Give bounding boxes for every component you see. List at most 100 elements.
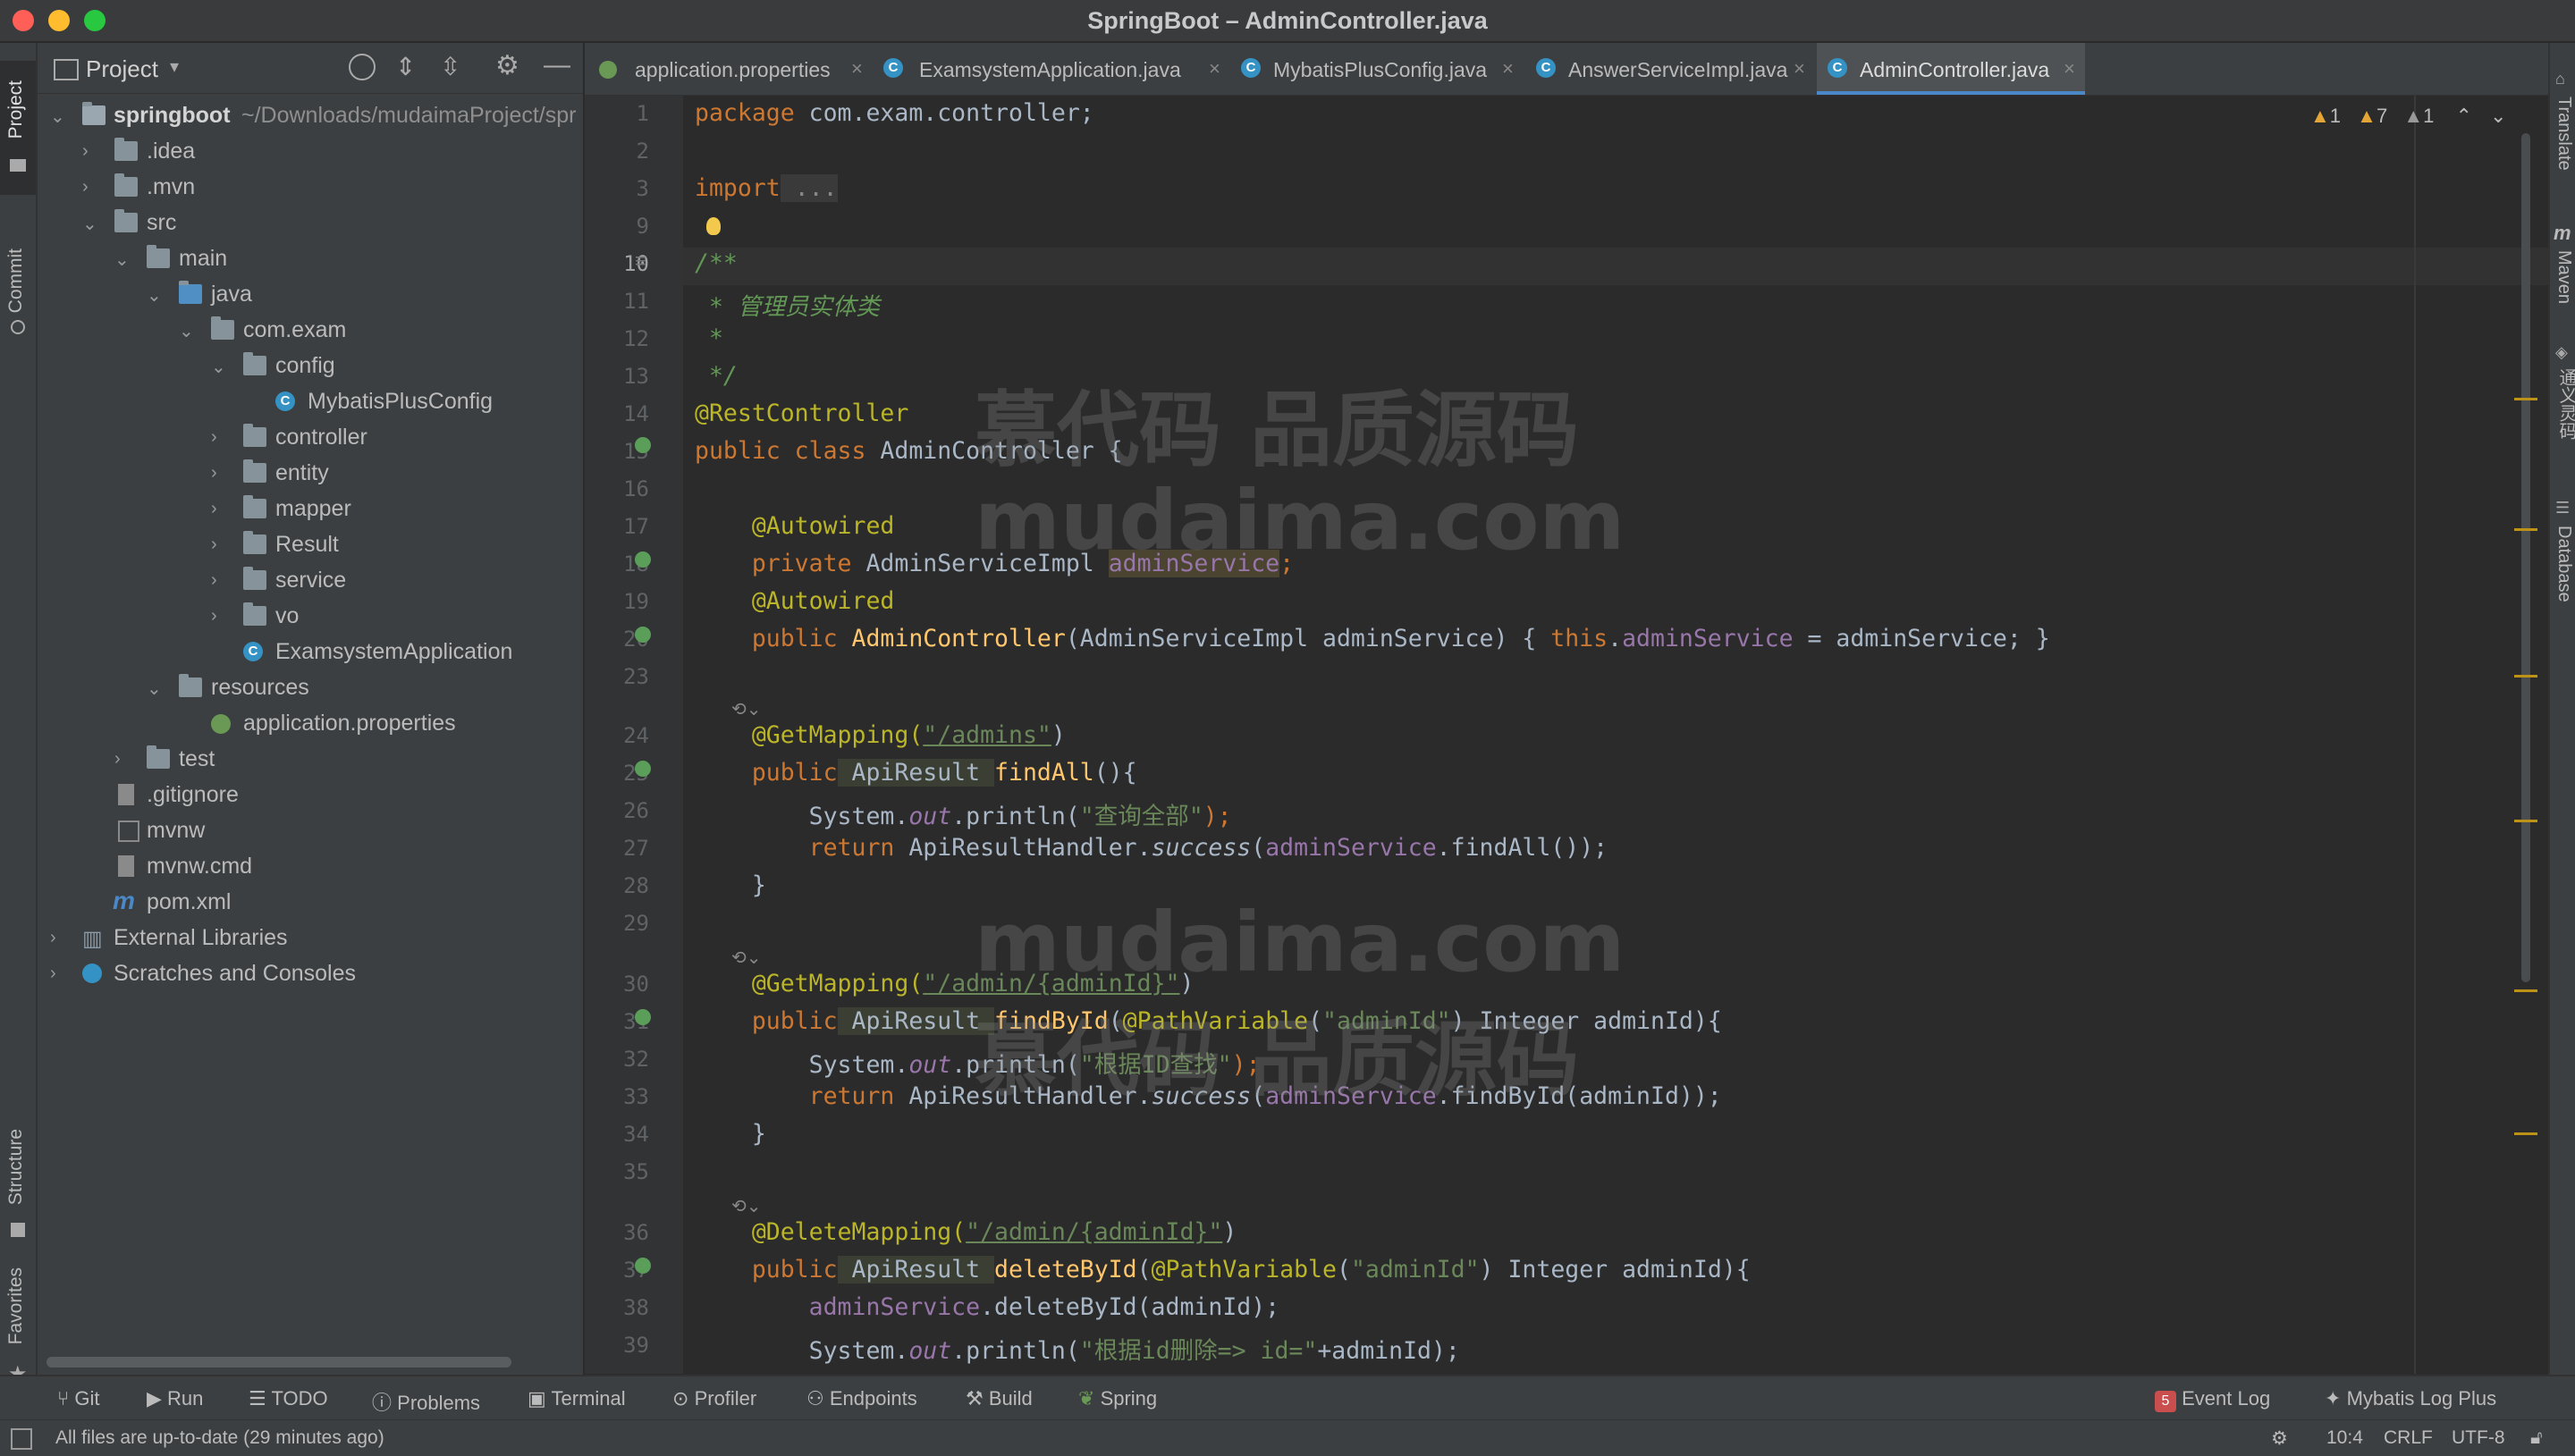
doc-render-icon[interactable]: ≡ (635, 249, 646, 273)
error-stripe-marker[interactable] (2514, 989, 2537, 992)
chevron-down-icon[interactable]: ⌄ (147, 284, 162, 307)
spring-bean-icon[interactable] (635, 1009, 651, 1025)
chevron-down-icon[interactable]: ⌄ (147, 678, 162, 700)
tree-item-mvn[interactable]: › .mvn (38, 170, 583, 206)
tree-item-scratches[interactable]: › Scratches and Consoles (38, 956, 583, 992)
tongyi-status-icon[interactable]: ⚙ (2271, 1427, 2288, 1450)
lock-icon[interactable]: 🔓︎ (2530, 1427, 2543, 1449)
tree-item-examsystemapplication[interactable]: C ExamsystemApplication (38, 635, 583, 670)
structure-tool-tab[interactable]: Structure (0, 1080, 36, 1250)
chevron-down-icon[interactable]: ⌄ (179, 320, 194, 342)
chevron-down-icon[interactable]: ⌄ (211, 356, 226, 378)
spring-bean-icon[interactable] (635, 627, 651, 643)
terminal-tool-button[interactable]: ▣ Terminal (528, 1387, 626, 1410)
spring-bean-icon[interactable] (635, 761, 651, 777)
line-separator[interactable]: CRLF (2384, 1427, 2433, 1449)
database-tool-tab[interactable]: ☰ Database (2554, 499, 2574, 660)
tree-item-config[interactable]: ⌄ config (38, 349, 583, 384)
chevron-down-icon[interactable]: ▾ (170, 55, 179, 78)
expand-all-icon[interactable]: ⇕ (395, 52, 416, 81)
tree-item-mvnw[interactable]: mvnw (38, 813, 583, 849)
toggle-tool-windows-icon[interactable] (11, 1428, 32, 1450)
translate-tool-tab[interactable]: ⌂ Translate (2554, 70, 2574, 213)
project-tool-tab[interactable]: Project (0, 61, 36, 195)
commit-tool-tab[interactable]: Commit (0, 195, 36, 347)
tree-item-application-properties[interactable]: application.properties (38, 706, 583, 742)
problems-tool-button[interactable]: ⓘ Problems (372, 1387, 480, 1416)
tree-item-mapper[interactable]: › mapper (38, 492, 583, 527)
chevron-down-icon[interactable]: ⌄ (82, 213, 97, 235)
tree-item-test[interactable]: › test (38, 742, 583, 778)
git-tool-button[interactable]: ⑂ Git (57, 1387, 99, 1410)
spring-tool-button[interactable]: ❦ Spring (1078, 1387, 1157, 1410)
inspections-widget[interactable]: ▲1 ▲7 ▲1 ⌃ ⌄ (2310, 105, 2506, 128)
collapse-all-icon[interactable]: ⇳ (440, 52, 460, 81)
endpoint-actions-icon[interactable]: ⟲⌄ (731, 947, 762, 969)
error-stripe-marker[interactable] (2514, 528, 2537, 531)
close-tab-icon[interactable]: × (1502, 57, 1514, 80)
close-tab-icon[interactable]: × (1794, 57, 1805, 80)
close-tab-icon[interactable]: × (1209, 57, 1220, 80)
chevron-right-icon[interactable]: › (50, 928, 56, 948)
spring-bean-icon[interactable] (635, 1258, 651, 1274)
chevron-up-icon[interactable]: ⌃ (2455, 105, 2471, 127)
chevron-right-icon[interactable]: › (211, 606, 217, 627)
spring-bean-icon[interactable] (635, 437, 651, 453)
chevron-right-icon[interactable]: › (211, 427, 217, 448)
build-tool-button[interactable]: ⚒ Build (966, 1387, 1033, 1410)
chevron-right-icon[interactable]: › (211, 499, 217, 519)
project-view-selector[interactable]: Project (86, 55, 158, 83)
profiler-tool-button[interactable]: ⊙ Profiler (672, 1387, 756, 1410)
chevron-down-icon[interactable]: ⌄ (2490, 105, 2506, 127)
tree-item-pom-xml[interactable]: m pom.xml (38, 885, 583, 921)
endpoint-actions-icon[interactable]: ⟲⌄ (731, 698, 762, 720)
error-stripe-marker[interactable] (2514, 675, 2537, 678)
close-tab-icon[interactable]: × (2064, 57, 2075, 80)
chevron-right-icon[interactable]: › (211, 570, 217, 591)
hide-panel-icon[interactable]: — (544, 50, 570, 80)
chevron-down-icon[interactable]: ⌄ (114, 248, 130, 271)
tree-item-mvnw-cmd[interactable]: mvnw.cmd (38, 849, 583, 885)
tree-item-java[interactable]: ⌄ java (38, 277, 583, 313)
tree-item-controller[interactable]: › controller (38, 420, 583, 456)
tab-application-properties[interactable]: application.properties × (585, 43, 873, 95)
editor-gutter[interactable]: 1 2 3 9 10 11 12 13 14 15 16 17 18 19 20… (585, 96, 683, 1374)
tree-item-src[interactable]: ⌄ src (38, 206, 583, 241)
endpoint-actions-icon[interactable]: ⟲⌄ (731, 1195, 762, 1217)
tree-item-service[interactable]: › service (38, 563, 583, 599)
lightbulb-icon[interactable] (706, 217, 721, 235)
spring-bean-icon[interactable] (635, 551, 651, 568)
chevron-down-icon[interactable]: ⌄ (50, 105, 65, 128)
locate-icon[interactable] (349, 54, 376, 80)
chevron-right-icon[interactable]: › (211, 463, 217, 484)
tree-item-resources[interactable]: ⌄ resources (38, 670, 583, 706)
tree-item-vo[interactable]: › vo (38, 599, 583, 635)
tab-answerserviceimpl[interactable]: C AnswerServiceImpl.java × (1524, 43, 1815, 95)
tree-item-mybatisplusconfig[interactable]: C MybatisPlusConfig (38, 384, 583, 420)
vertical-scrollbar[interactable] (2521, 133, 2530, 982)
tree-item-entity[interactable]: › entity (38, 456, 583, 492)
chevron-right-icon[interactable]: › (82, 141, 89, 162)
endpoints-tool-button[interactable]: ⚇ Endpoints (806, 1387, 917, 1410)
tree-item-external-libraries[interactable]: › ▥ External Libraries (38, 921, 583, 956)
mybatis-log-button[interactable]: ✦ Mybatis Log Plus (2325, 1387, 2496, 1410)
tab-examsystemapplication[interactable]: C ExamsystemApplication.java × (873, 43, 1230, 95)
event-log-button[interactable]: 5 Event Log (2155, 1387, 2270, 1412)
tree-item-result[interactable]: › Result (38, 527, 583, 563)
todo-tool-button[interactable]: ☰ TODO (249, 1387, 328, 1410)
error-stripe-marker[interactable] (2514, 820, 2537, 822)
chevron-right-icon[interactable]: › (114, 749, 121, 770)
tree-item-main[interactable]: ⌄ main (38, 241, 583, 277)
tree-item-gitignore[interactable]: .gitignore (38, 778, 583, 813)
tree-item-springboot[interactable]: ⌄ springboot ~/Downloads/mudaimaProject/… (38, 98, 583, 134)
gear-icon[interactable]: ⚙ (495, 50, 519, 81)
code-editor[interactable]: package com.exam.controller; import ... … (683, 96, 2548, 1374)
chevron-right-icon[interactable]: › (211, 534, 217, 555)
maven-tool-tab[interactable]: m Maven (2554, 222, 2574, 356)
file-encoding[interactable]: UTF-8 (2452, 1427, 2505, 1449)
tree-item-idea[interactable]: › .idea (38, 134, 583, 170)
chevron-right-icon[interactable]: › (50, 964, 56, 984)
chevron-right-icon[interactable]: › (82, 177, 89, 198)
caret-position[interactable]: 10:4 (2326, 1427, 2363, 1449)
tab-mybatisplusconfig[interactable]: C MybatisPlusConfig.java × (1230, 43, 1524, 95)
